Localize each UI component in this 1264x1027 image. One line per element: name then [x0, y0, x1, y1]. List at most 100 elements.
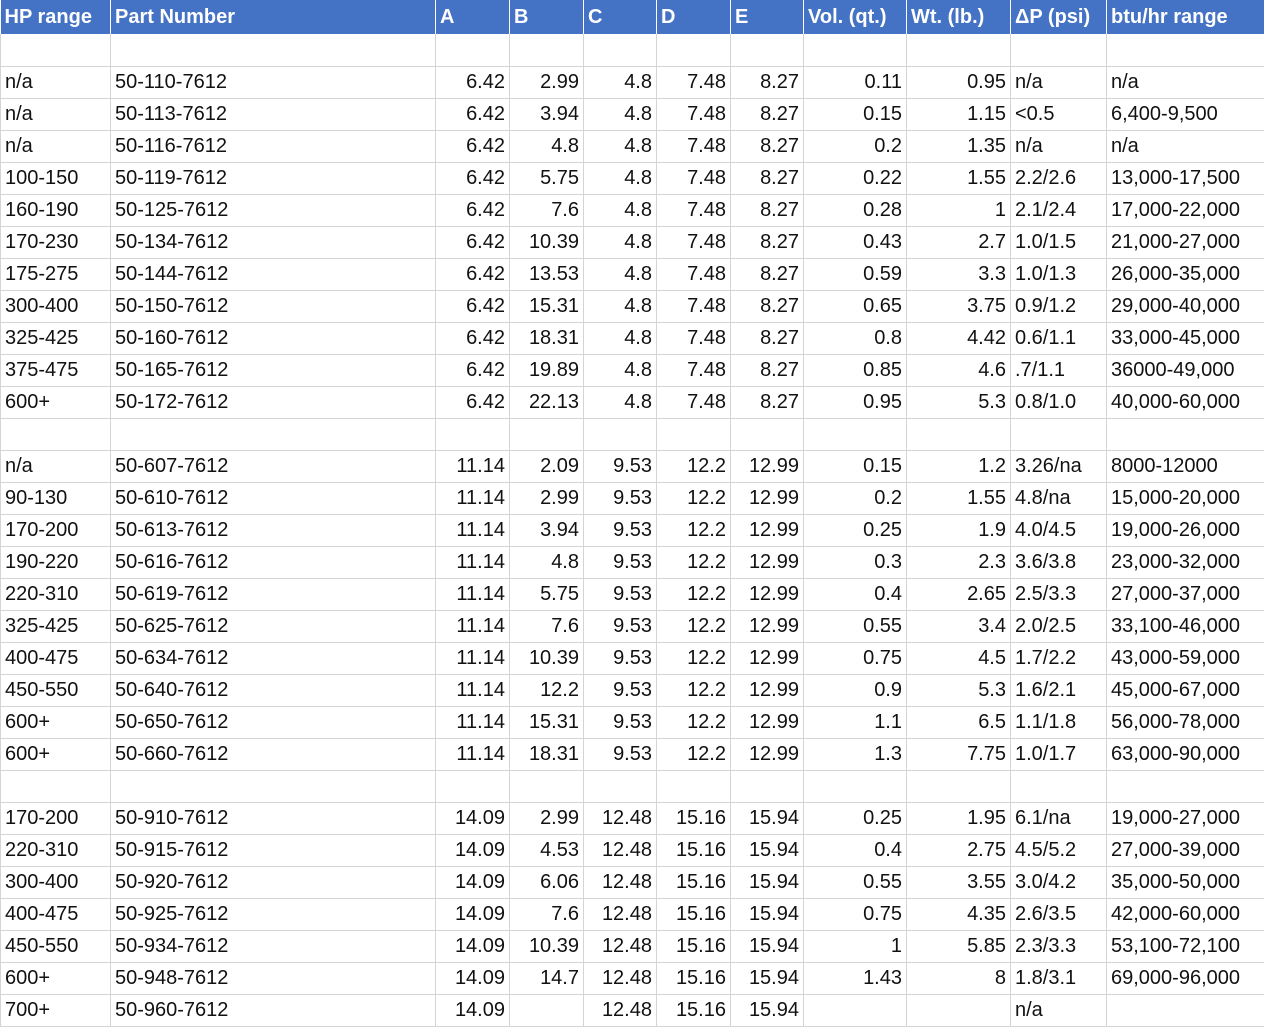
cell-volume[interactable]: 0.25: [804, 514, 907, 546]
cell-c[interactable]: 9.53: [584, 450, 657, 482]
cell-c[interactable]: [584, 418, 657, 450]
cell-pressure-drop[interactable]: 1.1/1.8: [1011, 706, 1107, 738]
cell-e[interactable]: 12.99: [731, 674, 804, 706]
cell-volume[interactable]: 0.55: [804, 866, 907, 898]
cell-c[interactable]: 9.53: [584, 642, 657, 674]
cell-part-number[interactable]: 50-110-7612: [111, 66, 436, 98]
cell-pressure-drop[interactable]: 4.5/5.2: [1011, 834, 1107, 866]
cell-part-number[interactable]: [111, 418, 436, 450]
cell-a[interactable]: 14.09: [436, 930, 510, 962]
cell-pressure-drop[interactable]: 0.8/1.0: [1011, 386, 1107, 418]
cell-c[interactable]: [584, 770, 657, 802]
cell-btu-range[interactable]: 33,000-45,000: [1107, 322, 1264, 354]
cell-c[interactable]: 4.8: [584, 258, 657, 290]
cell-hp-range[interactable]: 90-130: [1, 482, 111, 514]
cell-hp-range[interactable]: 325-425: [1, 610, 111, 642]
cell-b[interactable]: 10.39: [510, 226, 584, 258]
cell-e[interactable]: 8.27: [731, 226, 804, 258]
cell-e[interactable]: 8.27: [731, 194, 804, 226]
cell-a[interactable]: 11.14: [436, 482, 510, 514]
cell-a[interactable]: 6.42: [436, 66, 510, 98]
cell-weight[interactable]: 2.65: [907, 578, 1011, 610]
cell-hp-range[interactable]: 300-400: [1, 290, 111, 322]
cell-weight[interactable]: 5.3: [907, 386, 1011, 418]
cell-a[interactable]: 6.42: [436, 354, 510, 386]
cell-volume[interactable]: 0.43: [804, 226, 907, 258]
cell-volume[interactable]: 0.28: [804, 194, 907, 226]
cell-hp-range[interactable]: 600+: [1, 962, 111, 994]
cell-c[interactable]: 12.48: [584, 866, 657, 898]
cell-volume[interactable]: 0.65: [804, 290, 907, 322]
cell-volume[interactable]: 0.4: [804, 578, 907, 610]
cell-btu-range[interactable]: 19,000-26,000: [1107, 514, 1264, 546]
cell-weight[interactable]: 2.75: [907, 834, 1011, 866]
cell-a[interactable]: 14.09: [436, 802, 510, 834]
cell-part-number[interactable]: 50-915-7612: [111, 834, 436, 866]
cell-part-number[interactable]: 50-134-7612: [111, 226, 436, 258]
cell-part-number[interactable]: 50-160-7612: [111, 322, 436, 354]
cell-b[interactable]: [510, 418, 584, 450]
cell-d[interactable]: 7.48: [657, 354, 731, 386]
cell-hp-range[interactable]: n/a: [1, 450, 111, 482]
cell-btu-range[interactable]: 43,000-59,000: [1107, 642, 1264, 674]
cell-e[interactable]: 15.94: [731, 962, 804, 994]
cell-pressure-drop[interactable]: 2.2/2.6: [1011, 162, 1107, 194]
cell-weight[interactable]: 1.55: [907, 162, 1011, 194]
cell-weight[interactable]: 1.95: [907, 802, 1011, 834]
cell-d[interactable]: 7.48: [657, 290, 731, 322]
cell-pressure-drop[interactable]: 2.5/3.3: [1011, 578, 1107, 610]
cell-b[interactable]: 15.31: [510, 290, 584, 322]
cell-b[interactable]: 2.09: [510, 450, 584, 482]
cell-d[interactable]: 7.48: [657, 258, 731, 290]
cell-volume[interactable]: 0.8: [804, 322, 907, 354]
cell-b[interactable]: 7.6: [510, 610, 584, 642]
cell-weight[interactable]: [907, 418, 1011, 450]
cell-e[interactable]: 8.27: [731, 130, 804, 162]
cell-e[interactable]: 15.94: [731, 834, 804, 866]
cell-part-number[interactable]: 50-616-7612: [111, 546, 436, 578]
cell-d[interactable]: 7.48: [657, 98, 731, 130]
cell-btu-range[interactable]: [1107, 418, 1264, 450]
cell-weight[interactable]: 1.2: [907, 450, 1011, 482]
cell-e[interactable]: 12.99: [731, 482, 804, 514]
cell-hp-range[interactable]: 220-310: [1, 834, 111, 866]
cell-volume[interactable]: 1.3: [804, 738, 907, 770]
cell-hp-range[interactable]: 600+: [1, 738, 111, 770]
cell-weight[interactable]: 4.35: [907, 898, 1011, 930]
cell-btu-range[interactable]: [1107, 770, 1264, 802]
cell-a[interactable]: 14.09: [436, 834, 510, 866]
cell-part-number[interactable]: 50-610-7612: [111, 482, 436, 514]
cell-b[interactable]: 15.31: [510, 706, 584, 738]
cell-btu-range[interactable]: 15,000-20,000: [1107, 482, 1264, 514]
cell-weight[interactable]: 5.85: [907, 930, 1011, 962]
cell-pressure-drop[interactable]: 1.8/3.1: [1011, 962, 1107, 994]
cell-pressure-drop[interactable]: n/a: [1011, 994, 1107, 1026]
cell-btu-range[interactable]: 26,000-35,000: [1107, 258, 1264, 290]
cell-d[interactable]: 15.16: [657, 802, 731, 834]
cell-d[interactable]: 15.16: [657, 962, 731, 994]
cell-btu-range[interactable]: 42,000-60,000: [1107, 898, 1264, 930]
cell-c[interactable]: 12.48: [584, 962, 657, 994]
cell-e[interactable]: 8.27: [731, 290, 804, 322]
cell-pressure-drop[interactable]: 0.9/1.2: [1011, 290, 1107, 322]
cell-e[interactable]: 12.99: [731, 450, 804, 482]
cell-btu-range[interactable]: 6,400-9,500: [1107, 98, 1264, 130]
cell-d[interactable]: 12.2: [657, 610, 731, 642]
cell-b[interactable]: 3.94: [510, 98, 584, 130]
cell-part-number[interactable]: [111, 770, 436, 802]
cell-b[interactable]: 4.53: [510, 834, 584, 866]
cell-pressure-drop[interactable]: 1.0/1.5: [1011, 226, 1107, 258]
cell-c[interactable]: 12.48: [584, 930, 657, 962]
cell-d[interactable]: [657, 34, 731, 66]
cell-hp-range[interactable]: 450-550: [1, 674, 111, 706]
cell-d[interactable]: 12.2: [657, 482, 731, 514]
cell-a[interactable]: 6.42: [436, 194, 510, 226]
cell-hp-range[interactable]: 170-200: [1, 514, 111, 546]
cell-volume[interactable]: 0.85: [804, 354, 907, 386]
cell-b[interactable]: 6.06: [510, 866, 584, 898]
cell-c[interactable]: 12.48: [584, 898, 657, 930]
cell-d[interactable]: 15.16: [657, 930, 731, 962]
cell-btu-range[interactable]: n/a: [1107, 66, 1264, 98]
cell-weight[interactable]: [907, 994, 1011, 1026]
cell-a[interactable]: [436, 34, 510, 66]
